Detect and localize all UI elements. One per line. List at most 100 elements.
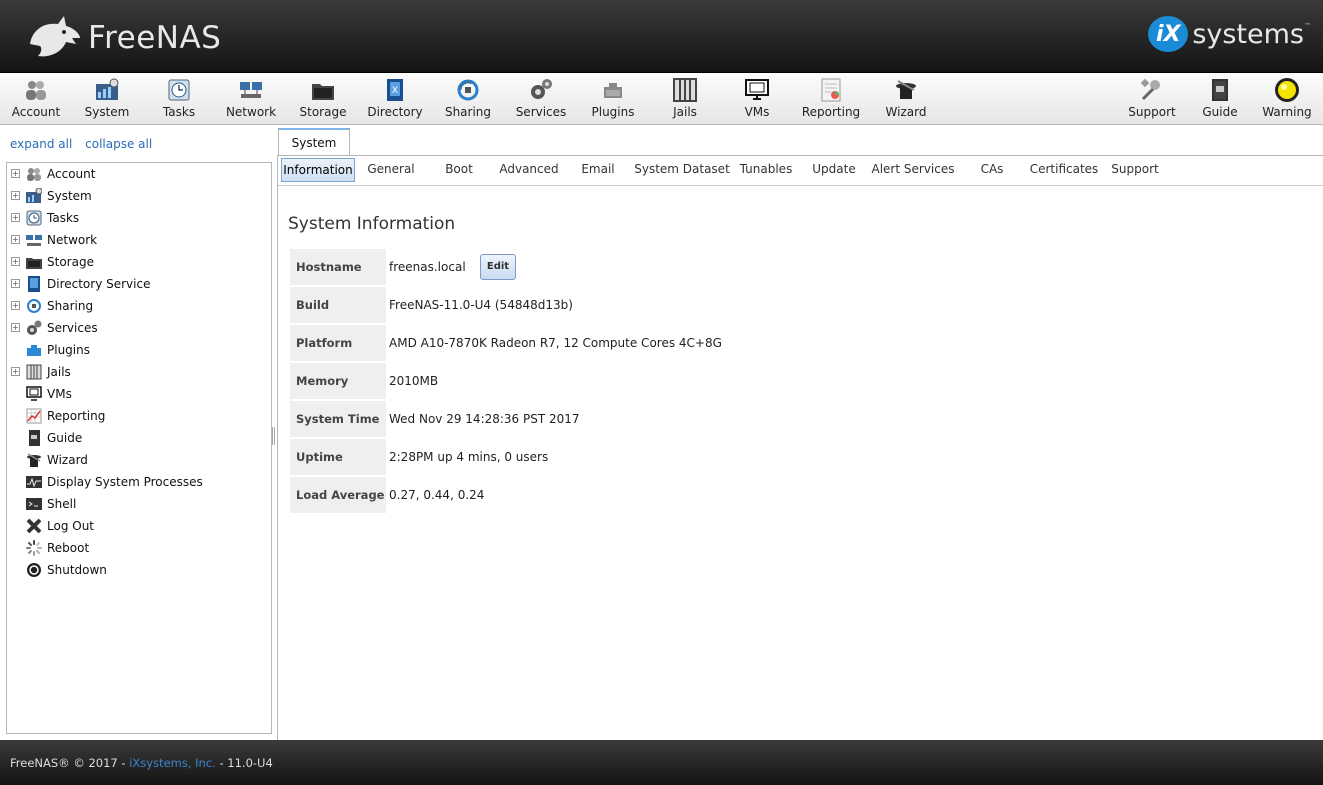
jails-icon — [672, 77, 698, 103]
tree-item-shell[interactable]: Shell — [7, 493, 271, 515]
toolbar-tasks-button[interactable]: Tasks — [143, 77, 215, 121]
tree-item-display-system-processes[interactable]: Display System Processes — [7, 471, 271, 493]
expand-icon[interactable]: + — [11, 323, 20, 332]
subtab-support[interactable]: Support — [1110, 158, 1160, 182]
process-monitor-icon — [26, 474, 42, 490]
jails-icon — [26, 364, 42, 380]
expand-icon[interactable]: + — [11, 235, 20, 244]
toolbar-guide-button[interactable]: Guide — [1184, 77, 1256, 121]
toolbar-jails-button[interactable]: Jails — [649, 77, 721, 121]
tree-item-reporting[interactable]: Reporting — [7, 405, 271, 427]
tree-item-storage[interactable]: + Storage — [7, 251, 271, 273]
collapse-all-link[interactable]: collapse all — [85, 137, 152, 151]
subtab-advanced[interactable]: Advanced — [496, 158, 562, 182]
ixsystems-logo[interactable]: iX systems ™ — [1148, 16, 1311, 52]
tree-item-plugins[interactable]: Plugins — [7, 339, 271, 361]
info-key: Hostname — [290, 249, 386, 285]
tree-item-reboot[interactable]: Reboot — [7, 537, 271, 559]
panel-splitter-handle[interactable] — [272, 427, 275, 445]
toolbar-account-button[interactable]: Account — [0, 77, 72, 121]
content-area: System Information General Boot Advanced… — [277, 125, 1323, 740]
subtab-update[interactable]: Update — [809, 158, 859, 182]
subtab-email[interactable]: Email — [576, 158, 620, 182]
tree-item-log-out[interactable]: Log Out — [7, 515, 271, 537]
info-row-memory: Memory 2010MB — [290, 363, 790, 399]
toolbar-services-button[interactable]: Services — [505, 77, 577, 121]
toolbar-wizard-button[interactable]: Wizard — [870, 77, 942, 121]
info-key: Memory — [290, 363, 386, 399]
expand-all-link[interactable]: expand all — [10, 137, 72, 151]
page-title: System Information — [288, 214, 456, 234]
tree-item-services[interactable]: + Services — [7, 317, 271, 339]
subtab-certificates[interactable]: Certificates — [1028, 158, 1100, 182]
system-icon — [26, 188, 42, 204]
info-value: AMD A10-7870K Radeon R7, 12 Compute Core… — [389, 336, 722, 350]
system-subtabs: Information General Boot Advanced Email … — [278, 156, 1323, 186]
tree-item-system[interactable]: + System — [7, 185, 271, 207]
freenas-logo[interactable]: FreeNAS — [26, 14, 221, 62]
header-bar: FreeNAS iX systems ™ — [0, 0, 1323, 73]
wizard-icon — [893, 77, 919, 103]
tree-item-vms[interactable]: VMs — [7, 383, 271, 405]
subtab-tunables[interactable]: Tunables — [737, 158, 795, 182]
subtab-cas[interactable]: CAs — [975, 158, 1009, 182]
toolbar-support-button[interactable]: Support — [1116, 77, 1188, 121]
toolbar-system-button[interactable]: System — [71, 77, 143, 121]
tree-item-jails[interactable]: + Jails — [7, 361, 271, 383]
toolbar-warning-button[interactable]: Warning — [1251, 77, 1323, 121]
toolbar-storage-button[interactable]: Storage — [287, 77, 359, 121]
services-icon — [26, 320, 42, 336]
tree-item-sharing[interactable]: + Sharing — [7, 295, 271, 317]
subtab-boot[interactable]: Boot — [436, 158, 482, 182]
info-key: System Time — [290, 401, 386, 437]
toolbar-directory-button[interactable]: X Directory — [359, 77, 431, 121]
tree-item-shutdown[interactable]: Shutdown — [7, 559, 271, 581]
shark-logo-icon — [30, 16, 80, 57]
expand-icon[interactable]: + — [11, 213, 20, 222]
expand-icon[interactable]: + — [11, 257, 20, 266]
info-key: Build — [290, 287, 386, 323]
sharing-icon — [26, 298, 42, 314]
system-panel: Information General Boot Advanced Email … — [277, 155, 1323, 740]
tree-item-account[interactable]: + Account — [7, 163, 271, 185]
tree-controls: expand all collapse all — [10, 137, 161, 151]
guide-icon — [26, 430, 42, 446]
toolbar-reporting-button[interactable]: Reporting — [795, 77, 867, 121]
tree-item-wizard[interactable]: Wizard — [7, 449, 271, 471]
tree-item-directory-service[interactable]: + Directory Service — [7, 273, 271, 295]
ix-trademark: ™ — [1304, 22, 1311, 30]
info-value: 2:28PM up 4 mins, 0 users — [389, 450, 549, 464]
storage-icon — [310, 77, 336, 103]
sharing-icon — [455, 77, 481, 103]
info-row-build: Build FreeNAS-11.0-U4 (54848d13b) — [290, 287, 790, 323]
info-row-platform: Platform AMD A10-7870K Radeon R7, 12 Com… — [290, 325, 790, 361]
expand-icon[interactable]: + — [11, 169, 20, 178]
tree-item-guide[interactable]: Guide — [7, 427, 271, 449]
expand-icon[interactable]: + — [11, 191, 20, 200]
info-key: Platform — [290, 325, 386, 361]
expand-icon[interactable]: + — [11, 367, 20, 376]
expand-icon[interactable]: + — [11, 301, 20, 310]
reporting-icon — [818, 77, 844, 103]
subtab-system-dataset[interactable]: System Dataset — [634, 158, 730, 182]
tasks-icon — [166, 77, 192, 103]
toolbar-sharing-button[interactable]: Sharing — [432, 77, 504, 121]
subtab-information[interactable]: Information — [281, 158, 355, 182]
subtab-general[interactable]: General — [362, 158, 420, 182]
tree-item-tasks[interactable]: + Tasks — [7, 207, 271, 229]
logo-text: FreeNAS — [88, 20, 222, 56]
expand-icon[interactable]: + — [11, 279, 20, 288]
tree-item-network[interactable]: + Network — [7, 229, 271, 251]
shell-icon — [26, 496, 42, 512]
toolbar-vms-button[interactable]: VMs — [721, 77, 793, 121]
info-row-system-time: System Time Wed Nov 29 14:28:36 PST 2017 — [290, 401, 790, 437]
edit-hostname-button[interactable]: Edit — [480, 254, 516, 280]
ixsystems-link[interactable]: iXsystems, Inc. — [129, 756, 216, 770]
toolbar-plugins-button[interactable]: Plugins — [577, 77, 649, 121]
info-row-load-average: Load Average 0.27, 0.44, 0.24 — [290, 477, 790, 513]
subtab-alert-services[interactable]: Alert Services — [870, 158, 956, 182]
tab-system[interactable]: System — [278, 128, 350, 156]
power-icon — [26, 562, 42, 578]
toolbar-network-button[interactable]: Network — [215, 77, 287, 121]
info-value: 2010MB — [389, 374, 439, 388]
